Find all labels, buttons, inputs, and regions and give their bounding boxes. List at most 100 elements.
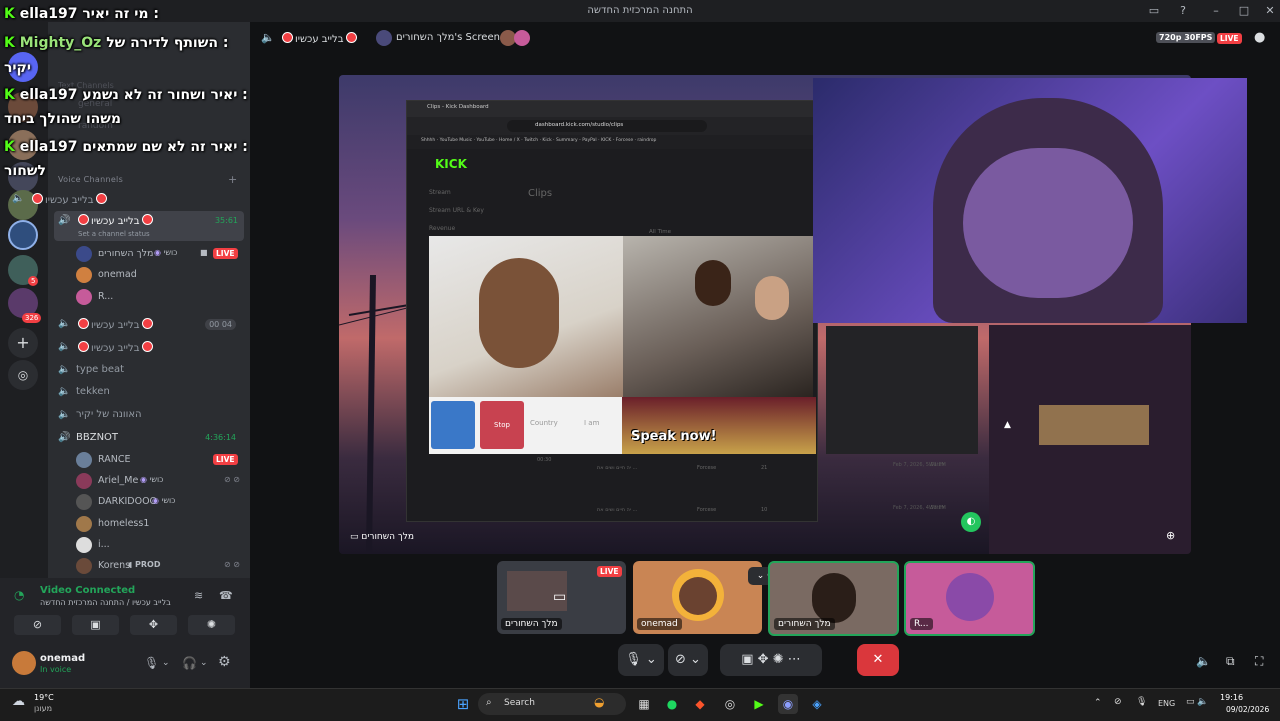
- clock-time[interactable]: 19:16: [1220, 693, 1243, 702]
- voice-channel[interactable]: 🔈 בלייב עכשיו 00 04: [54, 314, 242, 334]
- voice-user[interactable]: i...: [76, 535, 244, 556]
- minimize-icon[interactable]: –: [1208, 3, 1224, 19]
- language-indicator[interactable]: ENG: [1158, 699, 1175, 708]
- voice-user[interactable]: R...: [76, 287, 244, 308]
- windows-start-icon[interactable]: ⊞: [453, 694, 473, 714]
- current-user-name[interactable]: onemad: [40, 653, 85, 664]
- bookmark: YouTube Music: [439, 138, 473, 143]
- bookmark: Twitch: [524, 138, 539, 143]
- voice-category-label[interactable]: Voice Channels: [58, 175, 123, 184]
- end-call-button[interactable]: ✕: [857, 644, 899, 676]
- taskbar-search[interactable]: ⌕ Search ◒: [478, 693, 626, 715]
- voice-user[interactable]: Ariel_Me ◉ כושי ⊘ ⊘: [76, 471, 244, 492]
- voice-channel[interactable]: 🔈 type beat: [54, 360, 242, 380]
- user-name: DARKIDOOO: [98, 496, 158, 507]
- speaker-icon: 🔊: [58, 432, 71, 443]
- zoom-icon[interactable]: ⊕: [1166, 529, 1175, 542]
- stage-channel[interactable]: בלייב עכשיו: [280, 32, 359, 45]
- time-filter: All Time: [649, 229, 672, 235]
- chrome-icon[interactable]: ◎: [720, 694, 740, 714]
- screen-share-button[interactable]: ▣: [72, 615, 119, 635]
- network-icon[interactable]: ⊘: [1114, 697, 1122, 707]
- chevron-up-icon[interactable]: ⌃: [1094, 698, 1102, 708]
- help-icon[interactable]: ?: [1175, 3, 1191, 19]
- clock-date[interactable]: 09/02/2026: [1226, 705, 1269, 714]
- chevron-down-icon[interactable]: ⌄: [162, 658, 170, 668]
- participant-tile[interactable]: R...: [904, 561, 1035, 636]
- weather-temp[interactable]: 19°C: [34, 693, 54, 702]
- noise-suppression-icon[interactable]: ≋: [194, 589, 203, 602]
- disconnect-icon[interactable]: ☎: [219, 589, 233, 602]
- close-icon[interactable]: ✕: [1262, 3, 1278, 19]
- maximize-icon[interactable]: □: [1236, 3, 1252, 19]
- camera-toggle-button[interactable]: ⊘: [14, 615, 61, 635]
- avatar: [76, 558, 92, 574]
- user-tag: ◉ כושי: [140, 475, 164, 484]
- speaker-icon: 🔈: [58, 341, 71, 352]
- microphone-icon[interactable]: 🎙: [144, 656, 159, 670]
- participant-tile[interactable]: ▭ LIVE מלך השחורים: [497, 561, 626, 634]
- chevron-down-icon[interactable]: ⌄: [200, 658, 208, 668]
- chat-text: יאיר זה לא שם שמתאים :: [82, 139, 248, 155]
- fullscreen-icon[interactable]: ⛶: [1255, 654, 1263, 669]
- cloud-icon[interactable]: ☁: [12, 694, 25, 709]
- voice-channel[interactable]: 🔈 בלייב עכשיו: [54, 337, 242, 357]
- voice-channel[interactable]: 🔈 האוונה של יקיר: [54, 405, 242, 425]
- inbox-icon[interactable]: ▭: [1146, 3, 1162, 19]
- brave-icon[interactable]: ◆: [690, 694, 710, 714]
- speaker-icon: 🔈: [58, 409, 71, 420]
- popout-icon[interactable]: ⧉: [1226, 654, 1235, 669]
- chat-line: משהו שהולך ביחד: [4, 111, 121, 127]
- participant-tile-speaking[interactable]: מלך השחורים: [768, 561, 899, 636]
- voice-channel[interactable]: 🔈 tekken: [54, 382, 242, 402]
- mute-button[interactable]: 🎙 ⌄: [618, 644, 664, 676]
- channel-status[interactable]: Set a channel status: [78, 230, 150, 238]
- voice-user[interactable]: onemad: [76, 265, 244, 286]
- browser-tab: Clips - Kick Dashboard: [427, 104, 489, 110]
- task-view-icon[interactable]: ▦: [634, 694, 654, 714]
- soundboard-button[interactable]: ✺: [188, 615, 235, 635]
- discord-icon[interactable]: ◉: [778, 694, 798, 714]
- chat-icon[interactable]: ●: [1254, 30, 1265, 45]
- voice-user[interactable]: homeless1: [76, 514, 244, 535]
- voice-user[interactable]: DARKIDOOO ◉ כושי: [76, 492, 244, 513]
- activities-button[interactable]: ✥: [130, 615, 177, 635]
- spotify-icon[interactable]: ●: [662, 694, 682, 714]
- kick-icon: K: [4, 139, 15, 155]
- headphones-icon[interactable]: 🎧: [182, 656, 197, 670]
- participant-tile[interactable]: onemad: [633, 561, 762, 634]
- voice-status[interactable]: Video Connected: [40, 585, 135, 596]
- weather-desc[interactable]: מעונן: [34, 704, 52, 713]
- kick-app-icon[interactable]: ▶: [749, 694, 769, 714]
- avatar[interactable]: [12, 651, 36, 675]
- share-activity-group[interactable]: ▣ ✥ ✺ ⋯: [720, 644, 822, 676]
- voice-user[interactable]: מלך השחורים ◉ כושי ■ LIVE: [76, 244, 244, 265]
- add-channel-icon[interactable]: +: [228, 173, 237, 186]
- server-icon[interactable]: [8, 220, 38, 250]
- volume-icon[interactable]: 🔈: [1196, 654, 1211, 668]
- camera-icon: ■: [200, 248, 208, 257]
- stage-channel-label: בלייב עכשיו: [295, 34, 344, 45]
- voice-location[interactable]: בלייב עכשיו / התחנה המרכזית החדשה: [40, 598, 171, 607]
- clip-views: 10: [761, 507, 768, 513]
- voice-channel[interactable]: 🔈 בלייב עכשיו: [8, 189, 196, 209]
- channel-label: BBZNOT: [76, 432, 119, 443]
- bookmark: Home / X: [499, 138, 520, 143]
- chat-user: ella197: [19, 87, 78, 103]
- mic-tray-icon[interactable]: 🎙: [1136, 697, 1147, 707]
- signal-icon: ◔: [14, 588, 25, 602]
- app-icon[interactable]: ◈: [807, 694, 827, 714]
- bookmark: Summary - PayPal: [555, 138, 597, 143]
- voice-user[interactable]: Korens ◖ PROD ⊘ ⊘: [76, 556, 244, 577]
- clip-title: יה חיים ושים את ...: [597, 507, 638, 513]
- camera-button[interactable]: ⊘ ⌄: [668, 644, 708, 676]
- voice-user[interactable]: RANCE LIVE: [76, 450, 244, 471]
- display-icon[interactable]: ▭ 🔈: [1186, 697, 1209, 707]
- voice-channel[interactable]: 🔊 BBZNOT 4:36:14: [54, 428, 242, 448]
- tile-label: onemad: [637, 618, 682, 630]
- settings-gear-icon[interactable]: ⚙: [218, 654, 231, 670]
- explore-icon[interactable]: ◎: [8, 360, 38, 390]
- search-label: Search: [504, 698, 535, 708]
- add-server-icon[interactable]: +: [8, 328, 38, 358]
- voice-channel-active[interactable]: 🔊 בלייב עכשיו 35:61 Set a channel status: [54, 211, 244, 241]
